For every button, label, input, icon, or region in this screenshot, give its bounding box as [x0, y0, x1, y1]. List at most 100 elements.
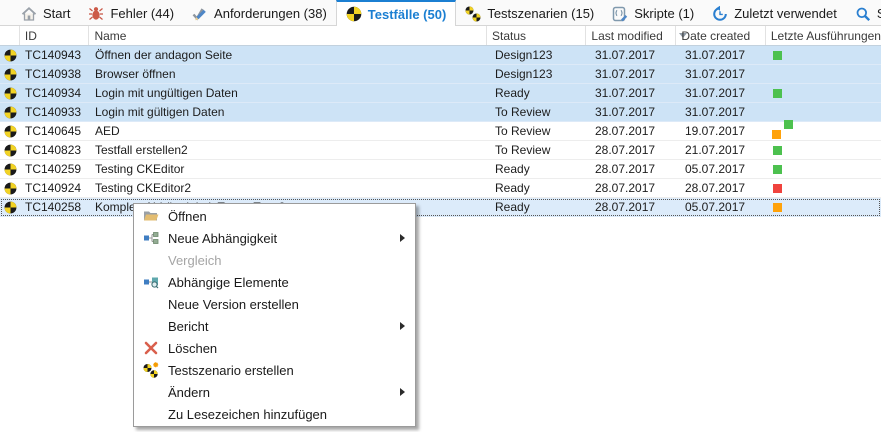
row-last-modified: 28.07.2017	[590, 160, 680, 178]
tab-start[interactable]: Start	[12, 0, 79, 25]
column-label: Letzte Ausführungen	[771, 29, 881, 43]
row-executions	[770, 160, 881, 178]
row-name: Testing CKEditor	[90, 160, 490, 178]
tab-fehler[interactable]: Fehler (44)	[79, 0, 183, 25]
menu-item-label: Testszenario erstellen	[168, 363, 415, 378]
testcase-icon	[346, 6, 362, 22]
column-header-date-created[interactable]: Date created	[676, 26, 765, 45]
row-status: Ready	[490, 160, 590, 178]
row-status: To Review	[490, 141, 590, 159]
menu-item-label: Neue Abhängigkeit	[168, 231, 400, 246]
row-last-modified: 28.07.2017	[590, 198, 680, 216]
row-id: TC140943	[20, 46, 90, 64]
menu-item-abhaengige-elemente[interactable]: Abhängige Elemente	[134, 271, 415, 293]
menu-item-neue-version-erstellen[interactable]: Neue Version erstellen	[134, 293, 415, 315]
testcase-icon	[0, 141, 20, 159]
tab-anforderungen[interactable]: Anforderungen (38)	[183, 0, 336, 25]
table-row[interactable]: TC140823Testfall erstellen2To Review28.0…	[0, 141, 881, 160]
row-id: TC140258	[20, 198, 90, 216]
row-executions	[770, 141, 881, 159]
menu-item-zu-lesezeichen-hinzufuegen[interactable]: Zu Lesezeichen hinzufügen	[134, 403, 415, 425]
submenu-arrow-icon	[400, 388, 405, 396]
column-header-row-icon[interactable]	[0, 26, 20, 45]
table-row[interactable]: TC140938Browser öffnenDesign12331.07.201…	[0, 65, 881, 84]
row-date-created: 28.07.2017	[680, 179, 770, 197]
tab-skripte[interactable]: Skripte (1)	[603, 0, 703, 25]
execution-status-square-green	[773, 51, 782, 60]
delete-icon	[134, 340, 168, 356]
row-id: TC140645	[20, 122, 90, 140]
row-executions	[770, 46, 881, 64]
menu-item-aendern[interactable]: Ändern	[134, 381, 415, 403]
history-icon	[712, 6, 728, 22]
row-status: Ready	[490, 198, 590, 216]
row-last-modified: 31.07.2017	[590, 46, 680, 64]
row-status: Ready	[490, 84, 590, 102]
row-last-modified: 31.07.2017	[590, 84, 680, 102]
testcase-icon	[0, 198, 20, 216]
row-last-modified: 31.07.2017	[590, 103, 680, 121]
table-row[interactable]: TC140924Testing CKEditor2Ready28.07.2017…	[0, 179, 881, 198]
row-name: Testfall erstellen2	[90, 141, 490, 159]
column-header-name[interactable]: Name	[89, 26, 487, 45]
search-icon	[855, 6, 871, 22]
column-header-status[interactable]: Status	[487, 26, 586, 45]
tab-label: Testszenarien (15)	[487, 6, 594, 21]
table-row[interactable]: TC140933Login mit gültigen DatenTo Revie…	[0, 103, 881, 122]
tab-zuletzt-verwendet[interactable]: Zuletzt verwendet	[703, 0, 846, 25]
execution-status-square-green	[773, 146, 782, 155]
row-id: TC140933	[20, 103, 90, 121]
row-date-created: 05.07.2017	[680, 198, 770, 216]
row-date-created: 31.07.2017	[680, 65, 770, 83]
column-header-last-modified[interactable]: Last modified	[586, 26, 676, 45]
column-label: Last modified	[591, 29, 662, 43]
menu-item-label: Vergleich	[168, 253, 415, 268]
row-last-modified: 28.07.2017	[590, 179, 680, 197]
menu-item-label: Löschen	[168, 341, 415, 356]
column-header-letzte-ausfuehrungen[interactable]: Letzte Ausführungen	[766, 26, 881, 45]
table-row[interactable]: TC140645AEDTo Review28.07.201719.07.2017	[0, 122, 881, 141]
menu-item-loeschen[interactable]: Löschen	[134, 337, 415, 359]
row-date-created: 21.07.2017	[680, 141, 770, 159]
table-row[interactable]: TC140259Testing CKEditorReady28.07.20170…	[0, 160, 881, 179]
menu-item-bericht[interactable]: Bericht	[134, 315, 415, 337]
row-executions	[770, 179, 881, 197]
tab-label: Suche	[877, 6, 881, 21]
execution-status-square-green	[773, 165, 782, 174]
tab-label: Fehler (44)	[110, 6, 174, 21]
row-last-modified: 28.07.2017	[590, 141, 680, 159]
submenu-arrow-icon	[400, 234, 405, 242]
row-date-created: 31.07.2017	[680, 46, 770, 64]
row-date-created: 31.07.2017	[680, 103, 770, 121]
script-icon	[612, 6, 628, 22]
row-executions	[770, 198, 881, 216]
tab-suche[interactable]: Suche	[846, 0, 881, 25]
menu-item-vergleich: Vergleich	[134, 249, 415, 271]
tab-label: Anforderungen (38)	[214, 6, 327, 21]
main-toolbar: Start Fehler (44) Anforderungen (38) Tes…	[0, 0, 881, 26]
tab-label: Skripte (1)	[634, 6, 694, 21]
execution-status-square-orange	[772, 130, 781, 139]
table-row[interactable]: TC140934Login mit ungültigen DatenReady3…	[0, 84, 881, 103]
tab-testszenarien[interactable]: Testszenarien (15)	[456, 0, 603, 25]
menu-item-testszenario-erstellen[interactable]: Testszenario erstellen	[134, 359, 415, 381]
dependent-elements-icon	[134, 274, 168, 290]
test-case-table: TC140943Öffnen der andagon SeiteDesign12…	[0, 46, 881, 217]
row-id: TC140259	[20, 160, 90, 178]
menu-item-label: Abhängige Elemente	[168, 275, 415, 290]
tab-testfaelle[interactable]: Testfälle (50)	[336, 0, 457, 26]
row-name: Login mit ungültigen Daten	[90, 84, 490, 102]
menu-item-neue-abhaengigkeit[interactable]: Neue Abhängigkeit	[134, 227, 415, 249]
table-row[interactable]: TC140943Öffnen der andagon SeiteDesign12…	[0, 46, 881, 65]
row-id: TC140934	[20, 84, 90, 102]
menu-item-oeffnen[interactable]: Öffnen	[134, 205, 415, 227]
test-management-window: Start Fehler (44) Anforderungen (38) Tes…	[0, 0, 881, 432]
row-executions	[770, 65, 881, 83]
row-last-modified: 31.07.2017	[590, 65, 680, 83]
column-header-id[interactable]: ID	[20, 26, 90, 45]
row-date-created: 19.07.2017	[680, 122, 770, 140]
row-name: AED	[90, 122, 490, 140]
row-executions	[770, 103, 881, 121]
row-name: Browser öffnen	[90, 65, 490, 83]
menu-item-label: Öffnen	[168, 209, 415, 224]
